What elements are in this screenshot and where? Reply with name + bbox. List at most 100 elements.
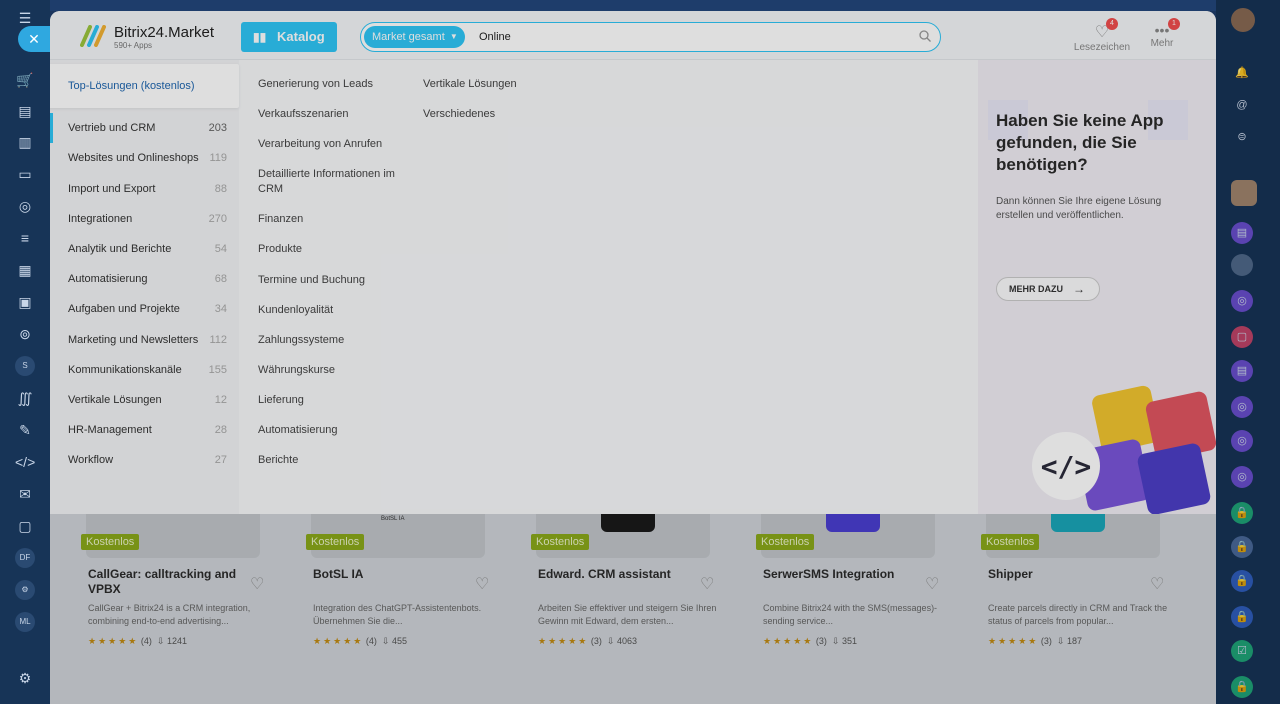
chat-icon-7[interactable]: ◎ [1231, 466, 1253, 488]
subcategory-link[interactable]: Verkaufsszenarien [258, 107, 349, 122]
category-item[interactable]: Kommunikationskanäle 155 [50, 355, 239, 385]
filter-icon[interactable]: ≡ [15, 228, 35, 248]
goal-icon[interactable]: ⊚ [15, 324, 35, 344]
chat-icon-3[interactable]: ▢ [1231, 326, 1253, 348]
chat-icon-2[interactable]: ◎ [1231, 290, 1253, 312]
bookmark-heart-icon[interactable]: ♡ [475, 574, 489, 594]
category-item[interactable]: Vertrieb und CRM 203 [50, 113, 239, 143]
contact-avatar-2[interactable] [1231, 254, 1253, 276]
app-card[interactable]: Kostenlos SerwerSMS Integration ♡ Combin… [725, 514, 939, 664]
subcategory-link[interactable]: Detaillierte Informationen im CRM [258, 167, 408, 197]
building-icon[interactable]: ▥ [15, 132, 35, 152]
lock-icon-3[interactable]: 🔒 [1231, 570, 1253, 592]
lock-icon[interactable]: 🔒 [1231, 502, 1253, 524]
app-title[interactable]: Shipper [988, 567, 1148, 582]
category-item[interactable]: Analytik und Berichte 54 [50, 234, 239, 264]
category-label: Websites und Onlineshops [68, 152, 199, 164]
bookmark-heart-icon[interactable]: ♡ [925, 574, 939, 594]
target-icon[interactable]: ◎ [15, 196, 35, 216]
more-info-button[interactable]: MEHR DAZU → [996, 277, 1100, 301]
katalog-button[interactable]: ▮▮ Katalog [241, 22, 337, 52]
subcategory-link[interactable]: Vertikale Lösungen [423, 77, 517, 92]
subcategory-link[interactable]: Kundenloyalität [258, 303, 333, 318]
card-icon[interactable]: ▭ [15, 164, 35, 184]
close-button[interactable]: ✕ [18, 26, 50, 52]
app-title[interactable]: SerwerSMS Integration [763, 567, 923, 582]
menu-icon[interactable]: ☰ [15, 8, 35, 28]
app-title[interactable]: Edward. CRM assistant [538, 567, 698, 582]
subcategory-link[interactable]: Zahlungssysteme [258, 333, 344, 348]
gear-circle-icon[interactable]: ⚙ [15, 580, 35, 600]
app-card[interactable]: BotSL IA Kostenlos BotSL IA ♡ Integratio… [275, 514, 489, 664]
category-label: Workflow [68, 454, 114, 466]
s-avatar[interactable]: S [15, 356, 35, 376]
subcategory-link[interactable]: Verschiedenes [423, 107, 495, 122]
chat-icon-4[interactable]: ▤ [1231, 360, 1253, 382]
lock-icon-4[interactable]: 🔒 [1231, 606, 1253, 628]
lock-icon-5[interactable]: 🔒 [1231, 676, 1253, 698]
category-item[interactable]: Websites und Onlineshops 119 [50, 143, 239, 173]
code-icon[interactable]: </> [15, 452, 35, 472]
category-item[interactable]: Marketing und Newsletters 112 [50, 325, 239, 355]
subcategory-link[interactable]: Verarbeitung von Anrufen [258, 137, 382, 152]
subcategory-link[interactable]: Automatisierung [258, 423, 338, 438]
search-scope-dropdown[interactable]: Market gesamt ▼ [364, 26, 465, 48]
lock-icon-2[interactable]: 🔒 [1231, 536, 1253, 558]
ml-avatar[interactable]: ML [15, 612, 35, 632]
calendar-grid-icon[interactable]: ▦ [15, 260, 35, 280]
subcategory-link[interactable]: Berichte [258, 453, 298, 468]
chat-icon-5[interactable]: ◎ [1231, 396, 1253, 418]
app-stats: ★★★★★ (3) ⇩ 4063 [538, 636, 637, 647]
bookmark-heart-icon[interactable]: ♡ [1150, 574, 1164, 594]
category-item[interactable]: Import und Export 88 [50, 174, 239, 204]
df-avatar[interactable]: DF [15, 548, 35, 568]
app-card[interactable]: Kostenlos Shipper ♡ Create parcels direc… [950, 514, 1167, 664]
chat-icon[interactable]: ⊜ [1231, 126, 1253, 148]
app-title[interactable]: CallGear: calltracking and VPBX [88, 567, 248, 597]
chat-icon-6[interactable]: ◎ [1231, 430, 1253, 452]
category-item[interactable]: Workflow 27 [50, 445, 239, 475]
subcategory-link[interactable]: Währungskurse [258, 363, 335, 378]
subcategory-link[interactable]: Termine und Buchung [258, 273, 365, 288]
download-icon: ⇩ [1056, 636, 1065, 646]
market-icon[interactable]: ∭ [15, 388, 35, 408]
bookmark-heart-icon[interactable]: ♡ [250, 574, 264, 594]
check-icon[interactable]: ☑ [1231, 640, 1253, 662]
category-count: 27 [214, 454, 227, 466]
brand-title[interactable]: Bitrix24.Market [114, 24, 214, 41]
app-title[interactable]: BotSL IA [313, 567, 473, 582]
category-item[interactable]: HR-Management 28 [50, 415, 239, 445]
category-item[interactable]: Vertikale Lösungen 12 [50, 385, 239, 415]
more-button[interactable]: ••• 1 Mehr [1144, 18, 1180, 49]
mail-icon[interactable]: ✉ [15, 484, 35, 504]
category-count: 12 [214, 394, 227, 406]
settings-icon[interactable]: ⚙ [15, 668, 35, 688]
more-info-label: MEHR DAZU [1009, 284, 1063, 294]
bell-icon[interactable]: 🔔 [1231, 62, 1253, 84]
category-item[interactable]: Automatisierung 68 [50, 264, 239, 294]
at-icon[interactable]: @ [1231, 94, 1253, 116]
app-description: Arbeiten Sie effektiver und steigern Sie… [538, 603, 717, 626]
search-icon[interactable] [919, 30, 931, 42]
search-input[interactable]: Online [479, 23, 511, 51]
contact-avatar[interactable] [1231, 180, 1257, 206]
app-card[interactable]: Kostenlos Edward. CRM assistant ♡ Arbeit… [500, 514, 716, 664]
cart-icon[interactable]: 🛒 [15, 70, 35, 90]
category-item[interactable]: Integrationen 270 [50, 204, 239, 234]
bookmark-heart-icon[interactable]: ♡ [700, 574, 714, 594]
bookmarks-button[interactable]: ♡ 4 Lesezeichen [1070, 18, 1134, 53]
app-card[interactable]: Kostenlos CallGear: calltracking and VPB… [50, 514, 264, 664]
calendar-icon[interactable]: ▢ [15, 516, 35, 536]
pen-icon[interactable]: ✎ [15, 420, 35, 440]
subcategory-link[interactable]: Generierung von Leads [258, 77, 373, 92]
top-solutions-link[interactable]: Top-Lösungen (kostenlos) [50, 64, 239, 108]
user-avatar[interactable] [1231, 8, 1255, 32]
category-item[interactable]: Aufgaben und Projekte 34 [50, 294, 239, 324]
subcategory-link[interactable]: Finanzen [258, 212, 303, 227]
document-icon[interactable]: ▤ [15, 101, 35, 121]
search-bar[interactable]: Market gesamt ▼ Online [360, 22, 941, 52]
chat-list-icon[interactable]: ▤ [1231, 222, 1253, 244]
subcategory-link[interactable]: Produkte [258, 242, 302, 257]
briefcase-icon[interactable]: ▣ [15, 292, 35, 312]
subcategory-link[interactable]: Lieferung [258, 393, 304, 408]
